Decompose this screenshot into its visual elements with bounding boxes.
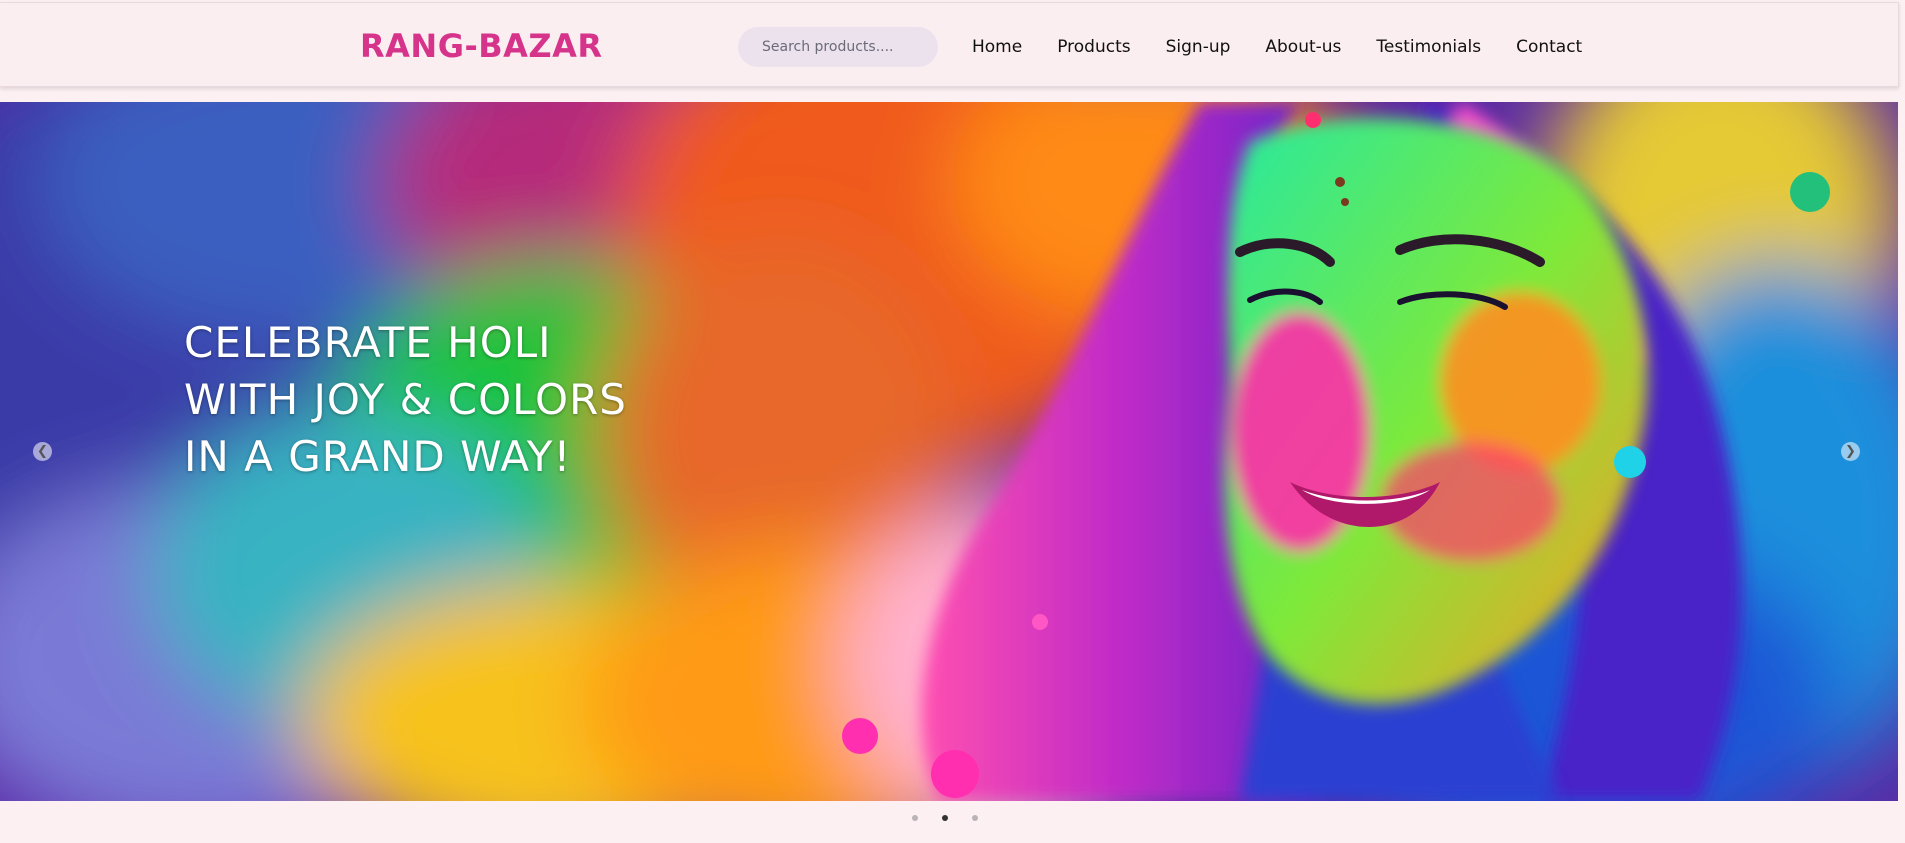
- nav-sign-up[interactable]: Sign-up: [1166, 35, 1231, 59]
- carousel-dot-3[interactable]: [972, 815, 978, 821]
- hero-caption-line-3: IN A GRAND WAY!: [184, 432, 572, 481]
- page: RANG-BAZAR Home Products Sign-up About-u…: [0, 0, 1905, 843]
- carousel-dot-1[interactable]: [912, 815, 918, 821]
- hero-caption-line-2: WITH JOY & COLORS: [184, 375, 627, 424]
- nav-about-us[interactable]: About-us: [1265, 35, 1341, 59]
- search-input[interactable]: [738, 27, 938, 67]
- navbar: RANG-BAZAR Home Products Sign-up About-u…: [0, 2, 1899, 87]
- nav-home[interactable]: Home: [972, 35, 1022, 59]
- chevron-right-icon: ❯: [1845, 444, 1856, 459]
- carousel-next-button[interactable]: ❯: [1841, 442, 1860, 461]
- hero-carousel: CELEBRATE HOLI WITH JOY & COLORS IN A GR…: [0, 102, 1898, 801]
- nav-products[interactable]: Products: [1057, 35, 1130, 59]
- carousel-prev-button[interactable]: ❮: [33, 442, 52, 461]
- nav-contact[interactable]: Contact: [1516, 35, 1582, 59]
- hero-caption: CELEBRATE HOLI WITH JOY & COLORS IN A GR…: [184, 314, 627, 485]
- chevron-left-icon: ❮: [37, 444, 48, 459]
- nav-testimonials[interactable]: Testimonials: [1376, 35, 1481, 59]
- brand-logo[interactable]: RANG-BAZAR: [360, 28, 603, 64]
- main-nav: Home Products Sign-up About-us Testimoni…: [972, 35, 1617, 59]
- hero-caption-line-1: CELEBRATE HOLI: [184, 318, 552, 367]
- carousel-dot-2[interactable]: [942, 815, 948, 821]
- carousel-indicators: [912, 815, 978, 821]
